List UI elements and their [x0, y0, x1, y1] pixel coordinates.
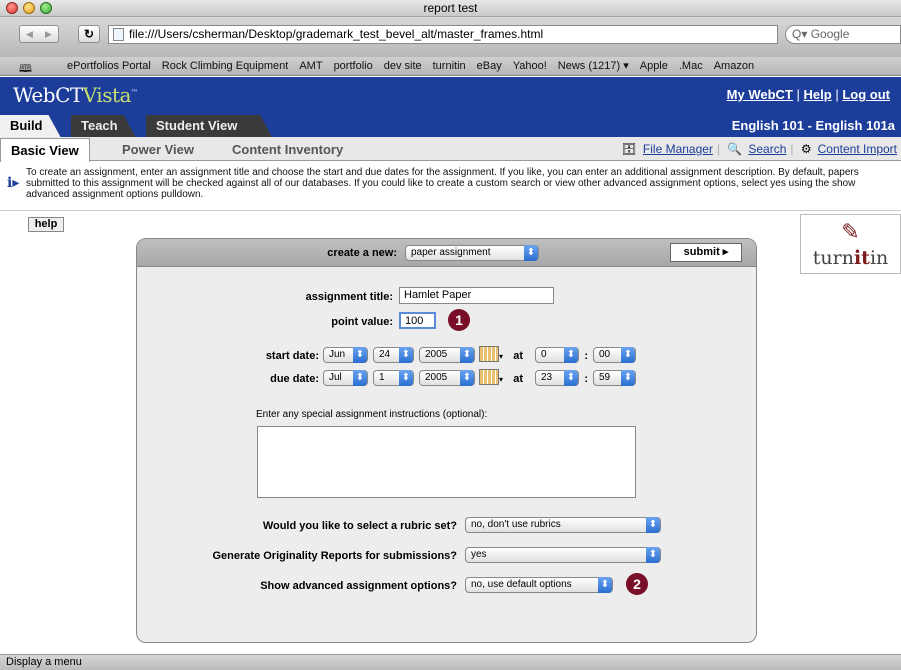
info-icon: i▸	[7, 175, 20, 191]
bookmark-item[interactable]: ePortfolios Portal	[67, 60, 151, 72]
page-icon	[113, 28, 124, 41]
google-search-field[interactable]: Q▾ Google	[785, 25, 901, 44]
logout-link[interactable]: Log out	[842, 87, 890, 102]
advanced-options-select[interactable]: no, use default options	[465, 577, 613, 593]
bookmark-item[interactable]: Yahoo!	[513, 60, 547, 72]
start-at-label: at	[513, 350, 523, 362]
bookmark-item[interactable]: Amazon	[714, 60, 754, 72]
assignment-form-panel: create a new: paper assignment submit ▸ …	[136, 238, 757, 643]
start-hour-select[interactable]: 0	[535, 347, 579, 363]
start-calendar-button[interactable]: ▾	[479, 346, 507, 362]
due-month-select[interactable]: Jul	[323, 370, 368, 386]
callout-badge-2: 2	[626, 573, 648, 595]
minimize-window-button[interactable]	[23, 2, 35, 14]
time-colon: :	[584, 350, 588, 362]
zoom-window-button[interactable]	[40, 2, 52, 14]
point-value-label: point value:	[331, 316, 393, 328]
bookmarks-bar: 🕮 ePortfolios Portal Rock Climbing Equipm…	[0, 57, 901, 76]
due-day-select[interactable]: 1	[373, 370, 414, 386]
calendar-icon	[479, 369, 499, 385]
my-webct-link[interactable]: My WebCT	[727, 87, 793, 102]
tool-links: 🗄 File Manager | 🔍 Search | ⚙ Content Import	[621, 142, 897, 156]
bookmark-item[interactable]: .Mac	[679, 60, 703, 72]
assignment-title-label: assignment title:	[305, 291, 393, 303]
originality-select[interactable]: yes	[465, 547, 661, 563]
assignment-title-input[interactable]: Hamlet Paper	[399, 287, 554, 304]
due-minute-select[interactable]: 59	[593, 370, 636, 386]
window-title: report test	[423, 1, 478, 15]
due-at-label: at	[513, 373, 523, 385]
window-titlebar: report test	[0, 0, 901, 17]
help-button[interactable]: help	[28, 217, 64, 232]
window-controls	[6, 2, 52, 14]
subtab-power-view[interactable]: Power View	[112, 138, 204, 162]
status-bar: Display a menu	[0, 654, 901, 670]
due-year-select[interactable]: 2005	[419, 370, 475, 386]
turnitin-logo: ✎ turnitin	[800, 214, 901, 274]
search-placeholder: Google	[810, 27, 850, 41]
turnitin-mark-icon: ✎	[841, 219, 860, 244]
back-arrow-icon[interactable]: ◀	[26, 29, 33, 40]
create-new-label: create a new:	[327, 247, 397, 259]
course-name: English 101 - English 101a	[731, 118, 895, 133]
top-links: My WebCT | Help | Log out	[726, 87, 890, 102]
subtab-basic-view[interactable]: Basic View	[0, 138, 90, 162]
instructions-text: To create an assignment, enter an assign…	[26, 167, 859, 200]
address-bar[interactable]: file:///Users/csherman/Desktop/grademark…	[108, 25, 778, 44]
bookmark-item[interactable]: Rock Climbing Equipment	[162, 60, 289, 72]
instructions-textarea[interactable]	[257, 426, 636, 498]
rubric-label: Would you like to select a rubric set?	[262, 520, 457, 532]
instructions-label: Enter any special assignment instruction…	[256, 409, 488, 420]
point-value-input[interactable]: 100	[399, 312, 436, 329]
bookmark-item[interactable]: eBay	[477, 60, 502, 72]
start-year-select[interactable]: 2005	[419, 347, 475, 363]
forward-arrow-icon[interactable]: ▶	[45, 29, 52, 40]
webct-vista-logo: WebCTVista™	[13, 83, 138, 107]
close-window-button[interactable]	[6, 2, 18, 14]
bookmark-item[interactable]: portfolio	[334, 60, 373, 72]
search-magnifier-icon: 🔍	[727, 142, 743, 156]
time-colon: :	[584, 373, 588, 385]
submit-button[interactable]: submit ▸	[670, 243, 742, 262]
url-text: file:///Users/csherman/Desktop/grademark…	[129, 27, 544, 41]
search-link[interactable]: Search	[748, 142, 786, 156]
file-manager-icon: 🗄	[621, 142, 637, 156]
bookmark-item[interactable]: AMT	[299, 60, 322, 72]
start-minute-select[interactable]: 00	[593, 347, 636, 363]
content-import-link[interactable]: Content Import	[818, 142, 897, 156]
bookmark-item[interactable]: turnitin	[433, 60, 466, 72]
help-link[interactable]: Help	[804, 87, 832, 102]
reload-icon: ↻	[83, 27, 95, 41]
start-month-select[interactable]: Jun	[323, 347, 368, 363]
tab-student-view[interactable]: Student View	[146, 115, 272, 137]
content-import-icon: ⚙	[800, 142, 812, 156]
originality-label: Generate Originality Reports for submiss…	[212, 550, 458, 562]
divider	[0, 210, 901, 211]
rubric-select[interactable]: no, don't use rubrics	[465, 517, 661, 533]
subtab-content-inventory[interactable]: Content Inventory	[222, 138, 353, 162]
start-date-label: start date:	[265, 350, 319, 362]
reload-button[interactable]: ↻	[78, 25, 100, 43]
search-icon: Q▾	[792, 27, 808, 41]
calendar-icon	[479, 346, 499, 362]
advanced-options-label: Show advanced assignment options?	[260, 580, 457, 592]
assignment-type-select[interactable]: paper assignment	[405, 245, 539, 261]
start-day-select[interactable]: 24	[373, 347, 414, 363]
bookmark-item[interactable]: Apple	[640, 60, 668, 72]
due-date-label: due date:	[270, 373, 319, 385]
due-hour-select[interactable]: 23	[535, 370, 579, 386]
file-manager-link[interactable]: File Manager	[643, 142, 713, 156]
back-forward-buttons[interactable]: ◀ ▶	[19, 25, 59, 43]
bookmark-item[interactable]: News (1217) ▾	[558, 60, 629, 72]
bookmark-item[interactable]: dev site	[384, 60, 422, 72]
due-calendar-button[interactable]: ▾	[479, 369, 507, 385]
callout-badge-1: 1	[448, 309, 470, 331]
